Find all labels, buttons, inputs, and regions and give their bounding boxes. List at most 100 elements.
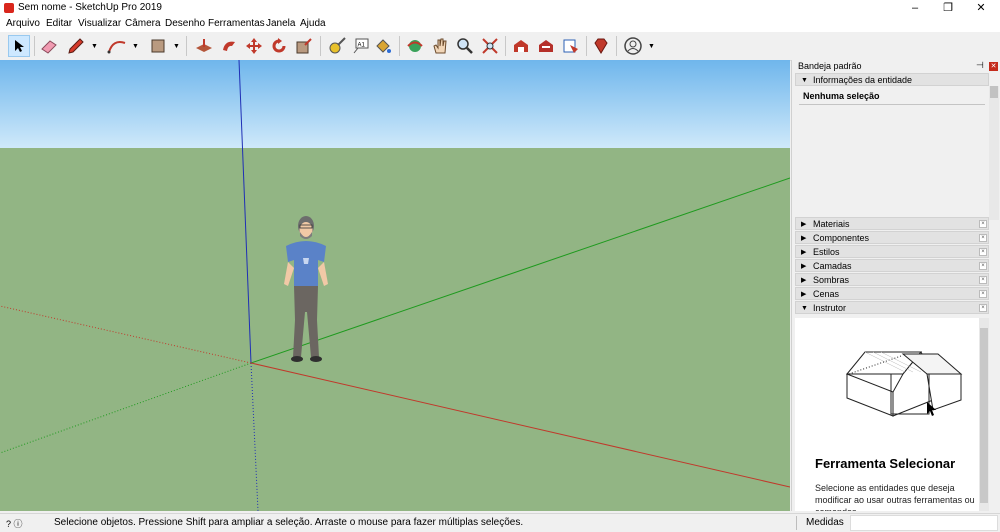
panel-close-icon[interactable]: × — [979, 248, 987, 256]
panel-close-icon[interactable]: × — [979, 304, 987, 312]
tray-scrollbar-thumb[interactable] — [990, 86, 998, 98]
collapsed-triangle-icon: ▶ — [801, 221, 807, 228]
panel-instrutor[interactable]: ▼ Instrutor × — [795, 301, 989, 314]
collapsed-triangle-icon: ▶ — [801, 291, 807, 298]
panel-label: Instrutor — [813, 303, 847, 313]
scale-figure[interactable] — [278, 212, 334, 367]
panel-label: Materiais — [813, 219, 850, 229]
panel-componentes[interactable]: ▶ Componentes × — [795, 231, 989, 244]
eraser-tool-button[interactable] — [38, 35, 60, 57]
drawing-area[interactable] — [0, 60, 790, 511]
menu-arquivo[interactable]: Arquivo — [6, 17, 40, 30]
svg-text:A1: A1 — [358, 43, 366, 49]
pencil-tool-button[interactable] — [65, 35, 87, 57]
panel-sombras[interactable]: ▶ Sombras × — [795, 273, 989, 286]
push-pull-icon — [196, 39, 212, 52]
minimize-button[interactable]: – — [900, 0, 930, 16]
pin-icon[interactable]: ⊣ — [976, 60, 984, 71]
menu-ajuda[interactable]: Ajuda — [300, 17, 326, 30]
orbit-icon — [407, 40, 423, 52]
scale-tool-button[interactable] — [293, 35, 315, 57]
panel-estilos[interactable]: ▶ Estilos × — [795, 245, 989, 258]
tray-scrollbar[interactable] — [989, 86, 999, 220]
select-tool-button[interactable] — [8, 35, 30, 57]
panel-entity-info[interactable]: ▼ Informações da entidade — [795, 73, 989, 86]
panel-close-icon[interactable]: × — [979, 262, 987, 270]
panel-close-icon[interactable]: × — [979, 290, 987, 298]
eraser-icon — [41, 40, 57, 54]
rectangle-dropdown-icon[interactable]: ▼ — [173, 43, 180, 50]
menu-camera[interactable]: Câmera — [125, 17, 161, 30]
text-tool-button[interactable]: A1 — [350, 35, 372, 57]
rectangle-icon — [151, 39, 165, 53]
follow-me-tool-button[interactable] — [218, 35, 240, 57]
panel-close-icon[interactable]: × — [979, 276, 987, 284]
magnifier-icon — [457, 38, 473, 54]
entity-selection-status: Nenhuma seleção — [803, 91, 880, 101]
measurements-input[interactable] — [850, 515, 998, 531]
instructor-body: Ferramenta Selecionar Selecione as entid… — [795, 318, 979, 511]
green-axis-negative — [0, 362, 252, 454]
rotate-icon — [272, 38, 286, 53]
move-tool-button[interactable] — [243, 35, 265, 57]
panel-label: Sombras — [813, 275, 850, 285]
title-bar: Sem nome - SketchUp Pro 2019 – ❐ ✕ — [0, 0, 1000, 16]
close-button[interactable]: ✕ — [966, 0, 996, 16]
tray-close-icon[interactable]: ✕ — [989, 62, 998, 71]
menu-ferramentas[interactable]: Ferramentas — [208, 17, 265, 30]
orbit-tool-button[interactable] — [404, 35, 426, 57]
panel-label: Informações da entidade — [813, 75, 913, 85]
sketchup-logo-icon — [4, 3, 14, 13]
menu-desenho[interactable]: Desenho — [165, 17, 205, 30]
follow-me-icon — [223, 41, 235, 51]
panel-label: Componentes — [813, 233, 870, 243]
tray-header: Bandeja padrão ⊣ ✕ — [792, 60, 1000, 73]
instructor-scrollbar-thumb[interactable] — [980, 328, 988, 503]
pencil-dropdown-icon[interactable]: ▼ — [91, 43, 98, 50]
ruby-gem-icon — [594, 38, 608, 54]
zoom-tool-button[interactable] — [454, 35, 476, 57]
menu-editar[interactable]: Editar — [46, 17, 72, 30]
ruby-console-button[interactable] — [590, 35, 612, 57]
arc-icon — [107, 41, 126, 54]
red-axis-negative — [0, 305, 252, 364]
push-pull-tool-button[interactable] — [193, 35, 215, 57]
panel-camadas[interactable]: ▶ Camadas × — [795, 259, 989, 272]
tape-measure-tool-button[interactable] — [326, 35, 348, 57]
arc-dropdown-icon[interactable]: ▼ — [132, 43, 139, 50]
extension-warehouse-button[interactable] — [535, 35, 557, 57]
window-title: Sem nome - SketchUp Pro 2019 — [18, 2, 162, 13]
status-message: Selecione objetos. Pressione Shift para … — [54, 517, 524, 528]
zoom-extents-tool-button[interactable] — [479, 35, 501, 57]
paint-bucket-tool-button[interactable] — [372, 35, 394, 57]
extension-icon — [539, 40, 553, 52]
account-dropdown-icon[interactable]: ▼ — [648, 43, 655, 50]
panel-materiais[interactable]: ▶ Materiais × — [795, 217, 989, 230]
expanded-triangle-icon: ▼ — [801, 305, 808, 312]
3d-warehouse-button[interactable] — [510, 35, 532, 57]
menu-visualizar[interactable]: Visualizar — [78, 17, 121, 30]
restore-button[interactable]: ❐ — [933, 0, 963, 16]
status-info-icons[interactable]: ? ⓘ — [6, 517, 23, 530]
pan-tool-button[interactable] — [429, 35, 451, 57]
cursor-arrow-icon — [15, 40, 24, 52]
rectangle-tool-button[interactable] — [147, 35, 169, 57]
arc-tool-button[interactable] — [106, 35, 128, 57]
text-label-icon: A1 — [353, 38, 369, 54]
divider — [796, 516, 797, 530]
collapsed-triangle-icon: ▶ — [801, 277, 807, 284]
tape-measure-icon — [329, 37, 346, 54]
rotate-tool-button[interactable] — [268, 35, 290, 57]
tray-title: Bandeja padrão — [798, 61, 862, 71]
collapsed-triangle-icon: ▶ — [801, 249, 807, 256]
menu-janela[interactable]: Janela — [266, 17, 295, 30]
panel-close-icon[interactable]: × — [979, 220, 987, 228]
panel-label: Estilos — [813, 247, 840, 257]
instructor-title: Ferramenta Selecionar — [815, 456, 956, 471]
panel-cenas[interactable]: ▶ Cenas × — [795, 287, 989, 300]
account-button[interactable] — [622, 35, 644, 57]
user-account-icon — [624, 37, 642, 55]
hand-icon — [433, 38, 447, 54]
panel-close-icon[interactable]: × — [979, 234, 987, 242]
layout-button[interactable] — [560, 35, 582, 57]
